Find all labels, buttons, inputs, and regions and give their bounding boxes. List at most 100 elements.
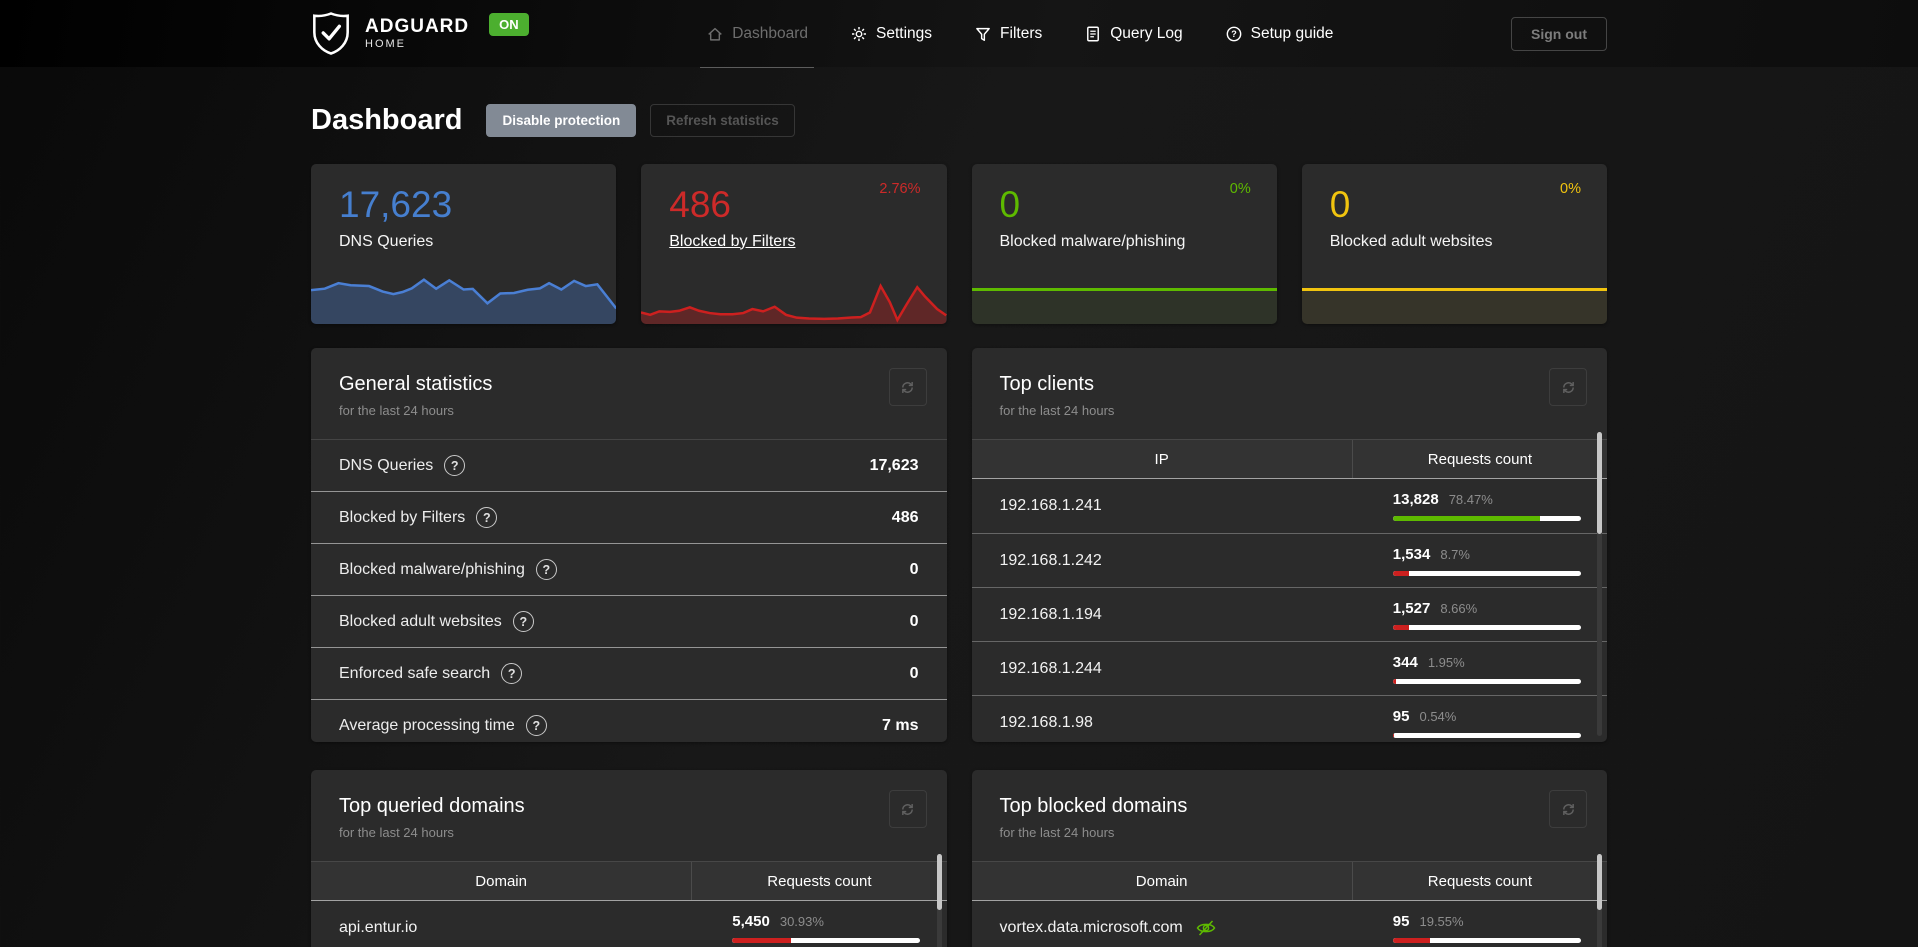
general-statistics-panel: General statistics for the last 24 hours… (311, 348, 947, 742)
question-circle-icon[interactable] (444, 455, 466, 476)
funnel-icon (976, 27, 990, 41)
column-header-domain: Domain (972, 862, 1353, 900)
scrollbar-thumb[interactable] (1597, 854, 1602, 910)
card-blocked-adult: 0 Blocked adult websites 0% (1301, 164, 1607, 324)
panel-subtitle: for the last 24 hours (999, 825, 1115, 840)
panel-subtitle: for the last 24 hours (999, 403, 1115, 418)
column-header-requests: Requests count (1427, 450, 1532, 468)
table-header: Domain Requests count (971, 861, 1607, 901)
dns-queries-label: DNS Queries (339, 232, 434, 250)
client-ip[interactable]: 192.168.1.98 (1000, 714, 1093, 732)
stat-row: DNS Queries 17,623 (311, 439, 947, 491)
panel-title: General statistics (339, 373, 493, 395)
blocked-filters-sparkline (641, 278, 947, 324)
domain-link[interactable]: vortex.data.microsoft.com (1000, 919, 1183, 937)
nav-item-settings[interactable]: Settings (850, 0, 932, 67)
panel-title: Top queried domains (339, 795, 525, 817)
refresh-panel-button[interactable] (888, 368, 927, 406)
card-dns-queries: 17,623 DNS Queries (311, 164, 617, 324)
table-row: 192.168.1.241 13,828 78.47% (972, 479, 1608, 533)
table-row: 192.168.1.242 1,534 8.7% (971, 533, 1607, 587)
panel-subtitle: for the last 24 hours (339, 825, 454, 840)
home-icon (708, 27, 722, 41)
card-blocked-filters: 486 Blocked by Filters 2.76% (641, 164, 947, 324)
help-circle-icon: ? (1226, 26, 1242, 41)
question-circle-icon[interactable] (476, 507, 498, 528)
stat-row: Blocked by Filters 486 (311, 491, 947, 543)
stat-row: Enforced safe search 0 (311, 647, 947, 699)
panel-title: Top blocked domains (999, 795, 1188, 817)
dns-queries-value: 17,623 (339, 184, 453, 225)
stat-row: Average processing time 7 ms (311, 699, 947, 742)
blocked-filters-link[interactable]: Blocked by Filters (669, 233, 795, 250)
page-title: Dashboard (311, 104, 463, 136)
client-ip[interactable]: 192.168.1.241 (1000, 497, 1102, 515)
nav-item-dashboard[interactable]: Dashboard (700, 0, 814, 68)
refresh-icon (902, 803, 913, 815)
sign-out-button[interactable]: Sign out (1511, 16, 1607, 51)
blocked-adult-percent: 0% (1560, 181, 1581, 197)
table-header: Domain Requests count (311, 861, 947, 901)
page-header: Dashboard Disable protection Refresh sta… (311, 67, 1607, 137)
table-row: 192.168.1.194 1,527 8.66% (971, 587, 1607, 641)
refresh-panel-button[interactable] (888, 790, 927, 828)
brand-name: ADGUARD (365, 16, 470, 37)
adguard-shield-icon (313, 12, 349, 55)
refresh-icon (1562, 381, 1574, 393)
nav-item-setup-guide[interactable]: ? Setup guide (1225, 0, 1333, 67)
column-header-domain: Domain (311, 862, 693, 900)
client-ip[interactable]: 192.168.1.242 (1000, 552, 1102, 570)
scrollbar-track (936, 854, 942, 947)
question-circle-icon[interactable] (512, 611, 534, 632)
client-ip[interactable]: 192.168.1.244 (1000, 660, 1102, 678)
top-blocked-domains-panel: Top blocked domains for the last 24 hour… (971, 770, 1608, 947)
disable-protection-button[interactable]: Disable protection (486, 104, 637, 137)
gear-icon (852, 26, 867, 41)
question-circle-icon[interactable] (525, 715, 547, 736)
column-header-requests: Requests count (767, 872, 872, 890)
stat-cards: 17,623 DNS Queries 486 Blocked by Filter… (311, 164, 1607, 324)
document-icon (1087, 26, 1100, 41)
refresh-icon (1562, 803, 1574, 815)
table-row: vortex.data.microsoft.com 95 19.55% (972, 901, 1608, 947)
top-queried-domains-panel: Top queried domains for the last 24 hour… (311, 770, 947, 947)
stat-row: Blocked adult websites 0 (311, 595, 947, 647)
question-circle-icon[interactable] (535, 559, 557, 580)
scrollbar-track (1597, 854, 1602, 947)
requests-bar (1392, 570, 1581, 576)
table-row: 192.168.1.244 344 1.95% (971, 641, 1607, 695)
scrollbar-track (1597, 432, 1602, 736)
requests-bar (1392, 732, 1581, 738)
table-header: IP Requests count (971, 439, 1607, 479)
blocked-adult-sparkline (1301, 278, 1607, 324)
requests-bar (1392, 678, 1581, 684)
nav-item-query-log[interactable]: Query Log (1084, 0, 1183, 67)
eye-off-icon[interactable] (1195, 917, 1217, 939)
requests-bar (1392, 624, 1581, 630)
column-header-requests: Requests count (1427, 872, 1532, 890)
nav-item-filters[interactable]: Filters (974, 0, 1042, 67)
blocked-adult-label: Blocked adult websites (1329, 232, 1493, 250)
main-nav: Dashboard Settings Filters Query Log ? S… (529, 0, 1511, 68)
question-circle-icon[interactable] (501, 663, 523, 684)
requests-bar (732, 938, 921, 943)
refresh-icon (902, 381, 913, 393)
client-ip[interactable]: 192.168.1.194 (1000, 606, 1102, 624)
stat-row: Blocked malware/phishing 0 (311, 543, 947, 595)
panel-subtitle: for the last 24 hours (339, 403, 454, 418)
panel-title: Top clients (999, 373, 1095, 395)
requests-bar (1392, 516, 1581, 521)
refresh-panel-button[interactable] (1549, 368, 1587, 406)
dns-queries-sparkline (311, 278, 617, 324)
refresh-statistics-button[interactable]: Refresh statistics (650, 104, 795, 137)
domain-link[interactable]: api.entur.io (339, 919, 417, 937)
refresh-panel-button[interactable] (1549, 790, 1587, 828)
scrollbar-thumb[interactable] (936, 854, 942, 910)
scrollbar-thumb[interactable] (1597, 432, 1602, 534)
table-row: api.entur.io 5,450 30.93% (311, 901, 947, 947)
card-blocked-malware: 0 Blocked malware/phishing 0% (971, 164, 1277, 324)
brand-sub: HOME (365, 38, 406, 50)
navbar: ADGUARD HOME ON Dashboard Settings Filte… (0, 0, 1918, 68)
blocked-malware-label: Blocked malware/phishing (999, 232, 1186, 250)
blocked-filters-percent: 2.76% (879, 181, 921, 197)
